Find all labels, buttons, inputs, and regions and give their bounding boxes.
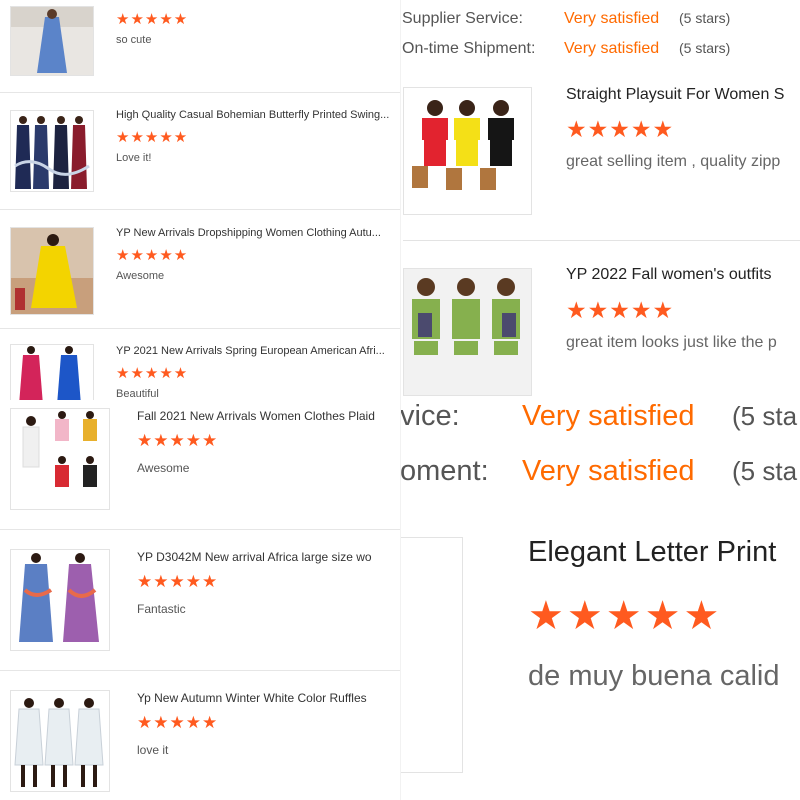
thumbnail-frame-top: [400, 537, 462, 538]
review-item: Fall 2021 New Arrivals Women Clothes Pla…: [0, 400, 400, 530]
product-thumbnail[interactable]: [403, 87, 532, 215]
rating-count: (5 sta: [732, 401, 798, 431]
review-product-title[interactable]: Yp New Autumn Winter White Color Ruffles: [137, 691, 400, 705]
product-thumbnail[interactable]: [403, 268, 532, 396]
rating-stars: ★★★★★: [116, 129, 189, 146]
review-item: Yp New Autumn Winter White Color Ruffles…: [0, 670, 400, 800]
review-product-title[interactable]: YP D3042M New arrival Africa large size …: [137, 550, 400, 564]
review-product-title[interactable]: Elegant Letter Print: [528, 536, 800, 569]
product-thumbnail[interactable]: [10, 549, 110, 651]
rating-count: (5 stars): [679, 40, 731, 56]
rating-stars: ★★★★★: [137, 431, 219, 450]
supplier-service-rating: vice: Very satisfied (5 sta: [400, 400, 797, 433]
review-panel-bottom-right-zoomed: vice: Very satisfied (5 sta oment: Very sat…: [400, 400, 800, 800]
divider: [403, 240, 800, 241]
rating-stars: ★★★★★: [137, 572, 219, 591]
rating-count: (5 sta: [732, 456, 798, 486]
rating-stars: ★★★★★: [116, 365, 189, 382]
product-thumbnail[interactable]: [10, 408, 110, 510]
review-item: YP New Arrivals Dropshipping Women Cloth…: [0, 209, 400, 329]
rating-stars: ★★★★★: [528, 594, 723, 638]
supplier-service-rating: Supplier Service: Very satisfied (5 stars): [402, 10, 730, 28]
review-comment: Awesome: [137, 461, 190, 475]
quadrant-divider-vertical: [400, 0, 401, 800]
rating-value: Very satisfied: [522, 455, 695, 487]
review-panel-bottom-left: Fall 2021 New Arrivals Women Clothes Pla…: [0, 400, 400, 800]
review-comment: de muy buena calid: [528, 660, 780, 692]
rating-stars: ★★★★★: [116, 247, 189, 264]
review-comment: so cute: [116, 34, 152, 46]
review-comment: Fantastic: [137, 602, 186, 616]
review-product-title[interactable]: Fall 2021 New Arrivals Women Clothes Pla…: [137, 409, 400, 423]
rating-stars: ★★★★★: [566, 297, 675, 323]
rating-count: (5 stars): [679, 10, 731, 26]
rating-label: oment:: [400, 455, 489, 487]
rating-label: vice:: [400, 400, 460, 432]
review-comment: love it: [137, 743, 169, 757]
review-item: YP D3042M New arrival Africa large size …: [0, 529, 400, 671]
review-item: YP 2021 New Arrivals Spring European Ame…: [0, 328, 400, 400]
review-comment: great item looks just like the p: [566, 334, 777, 351]
review-panel-top-right: Supplier Service: Very satisfied (5 stars)…: [400, 0, 800, 400]
review-product-title[interactable]: Straight Playsuit For Women S: [566, 86, 800, 104]
review-item: High Quality Casual Bohemian Butterfly P…: [0, 92, 400, 210]
review-comment: Beautiful: [116, 388, 159, 400]
thumbnail-frame-right: [462, 537, 463, 773]
rating-label: On-time Shipment:: [402, 40, 536, 57]
review-comment: great selling item , quality zipp: [566, 153, 781, 170]
rating-stars: ★★★★★: [137, 713, 219, 732]
review-product-title[interactable]: YP New Arrivals Dropshipping Women Cloth…: [116, 227, 398, 239]
review-comment: Love it!: [116, 152, 152, 164]
review-product-title[interactable]: YP 2022 Fall women's outfits: [566, 266, 800, 284]
rating-value: Very satisfied: [564, 10, 660, 27]
rating-stars: ★★★★★: [566, 116, 675, 142]
review-comment: Awesome: [116, 270, 165, 282]
review-product-title[interactable]: YP 2021 New Arrivals Spring European Ame…: [116, 345, 398, 357]
on-time-shipment-rating: On-time Shipment: Very satisfied (5 stars): [402, 40, 730, 58]
rating-value: Very satisfied: [564, 40, 660, 57]
review-panel-top-left: ★★★★★ so cute High Quality Casual Bohemi…: [0, 0, 400, 400]
rating-value: Very satisfied: [522, 400, 695, 432]
product-thumbnail[interactable]: [10, 690, 110, 792]
review-item: ★★★★★ so cute: [0, 0, 400, 93]
rating-stars: ★★★★★: [116, 11, 189, 28]
thumbnail-frame-bottom: [400, 772, 462, 773]
product-thumbnail[interactable]: [10, 110, 94, 192]
product-thumbnail[interactable]: [10, 6, 94, 76]
rating-label: Supplier Service:: [402, 10, 523, 27]
product-thumbnail[interactable]: [10, 227, 94, 315]
review-product-title[interactable]: High Quality Casual Bohemian Butterfly P…: [116, 109, 398, 121]
product-thumbnail[interactable]: [10, 344, 94, 400]
on-time-shipment-rating: oment: Very satisfied (5 sta: [400, 455, 797, 488]
